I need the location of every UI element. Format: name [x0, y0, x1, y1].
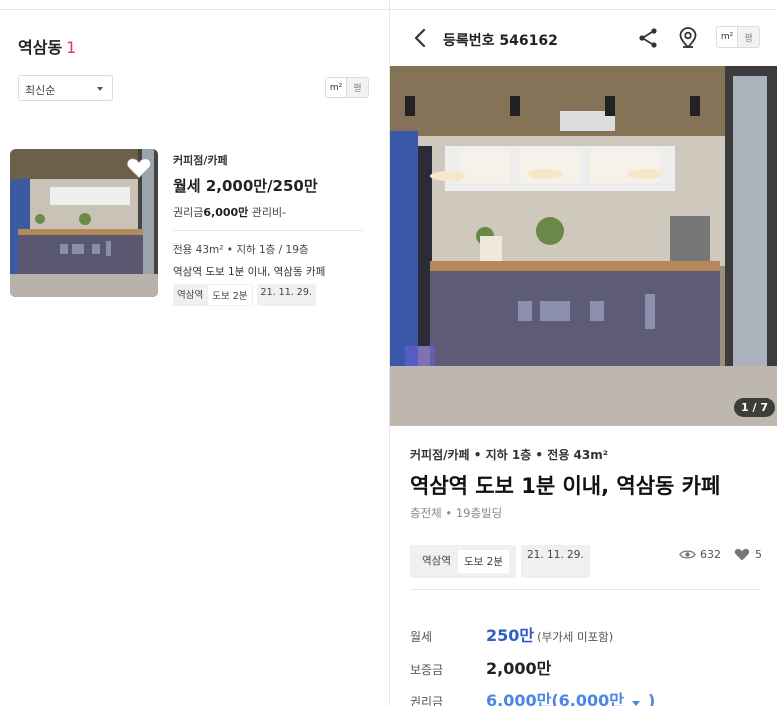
area-name: 역삼동: [18, 38, 63, 57]
price-row-deposit: 보증금 2,000만: [410, 655, 551, 679]
date-tag: 21. 11. 29.: [520, 545, 590, 578]
area-title: 역삼동 1: [18, 34, 76, 58]
unit-sqm-option[interactable]: m²: [326, 78, 348, 97]
photo-counter: 1 / 7: [734, 398, 775, 417]
like-count: 5: [755, 548, 762, 561]
key-money-value: 6,000만: [203, 206, 249, 219]
detail-tags: 역삼역 도보 2분 21. 11. 29.: [410, 545, 590, 578]
unit-pyeong-option[interactable]: 평: [347, 78, 368, 97]
date-tag: 21. 11. 29.: [256, 284, 316, 306]
unit-sqm-option[interactable]: m²: [717, 27, 739, 47]
walk-time: 도보 2분: [456, 549, 510, 574]
caret-down-icon[interactable]: [632, 701, 640, 706]
station-name: 역삼역: [177, 290, 204, 301]
detail-divider: [410, 589, 760, 590]
view-count: 632: [700, 548, 721, 561]
card-fees: 권리금6,000만 관리비-: [173, 204, 286, 220]
heart-icon[interactable]: [734, 547, 750, 562]
heart-icon[interactable]: [126, 156, 152, 180]
eye-icon: [679, 550, 696, 559]
card-spec: 전용 43m² • 지하 1층 / 19층: [173, 244, 309, 256]
result-count: 1: [66, 38, 77, 57]
price-label: 보증금: [410, 663, 444, 677]
registration-title: 등록번호 546162: [443, 33, 558, 49]
price-value: 250만: [486, 626, 535, 645]
station-name: 역삼역: [422, 555, 451, 567]
detail-unit-toggle[interactable]: m² 평: [716, 26, 760, 48]
card-price[interactable]: 월세 2,000만/250만: [173, 175, 318, 196]
price-value-converted[interactable]: 6,000만: [559, 687, 624, 706]
card-category: 커피점/카페: [173, 154, 228, 167]
price-value: 6,000만(: [486, 691, 559, 706]
station-tag: 역삼역 도보 2분: [410, 545, 516, 578]
card-description: 역삼역 도보 1분 이내, 역삼동 카페: [173, 266, 326, 278]
detail-stats: 632 5: [679, 547, 762, 562]
unit-pyeong-option[interactable]: 평: [738, 27, 759, 47]
share-icon[interactable]: [636, 26, 660, 50]
price-label: 권리금: [410, 695, 444, 706]
detail-headline: 역삼역 도보 1분 이내, 역삼동 카페: [410, 474, 721, 498]
key-money-label: 권리금: [173, 206, 204, 219]
price-close-paren: ): [648, 691, 656, 706]
back-chevron-icon[interactable]: [409, 26, 433, 50]
maintenance-fee: 관리비-: [251, 206, 287, 219]
detail-subtitle: 층전체 • 19층빌딩: [410, 506, 503, 520]
price-row-monthly: 월세 250만 (부가세 미포함): [410, 622, 613, 646]
price-note: (부가세 미포함): [537, 630, 614, 644]
station-tag: 역삼역 도보 2분: [173, 284, 253, 306]
card-divider: [173, 230, 363, 231]
listing-panel: 역삼동 1 최신순 m² 평 커피점/카페 월세 2,000만/250만 권리금…: [0, 0, 389, 706]
card-tags: 역삼역 도보 2분 21. 11. 29.: [173, 284, 316, 306]
price-label: 월세: [410, 630, 433, 644]
map-pin-icon[interactable]: [676, 26, 700, 50]
area-unit-toggle[interactable]: m² 평: [325, 77, 369, 98]
detail-meta: 커피점/카페 • 지하 1층 • 전용 43m²: [410, 448, 608, 462]
caret-down-icon: [97, 87, 103, 91]
price-row-key-money: 권리금 6,000만( 6,000만 ): [410, 687, 655, 706]
walk-time: 도보 2분: [207, 284, 253, 306]
sort-selected: 최신순: [25, 84, 56, 97]
main-photo[interactable]: [390, 66, 777, 426]
price-value: 2,000만: [486, 659, 552, 678]
sort-dropdown[interactable]: 최신순: [18, 75, 113, 101]
